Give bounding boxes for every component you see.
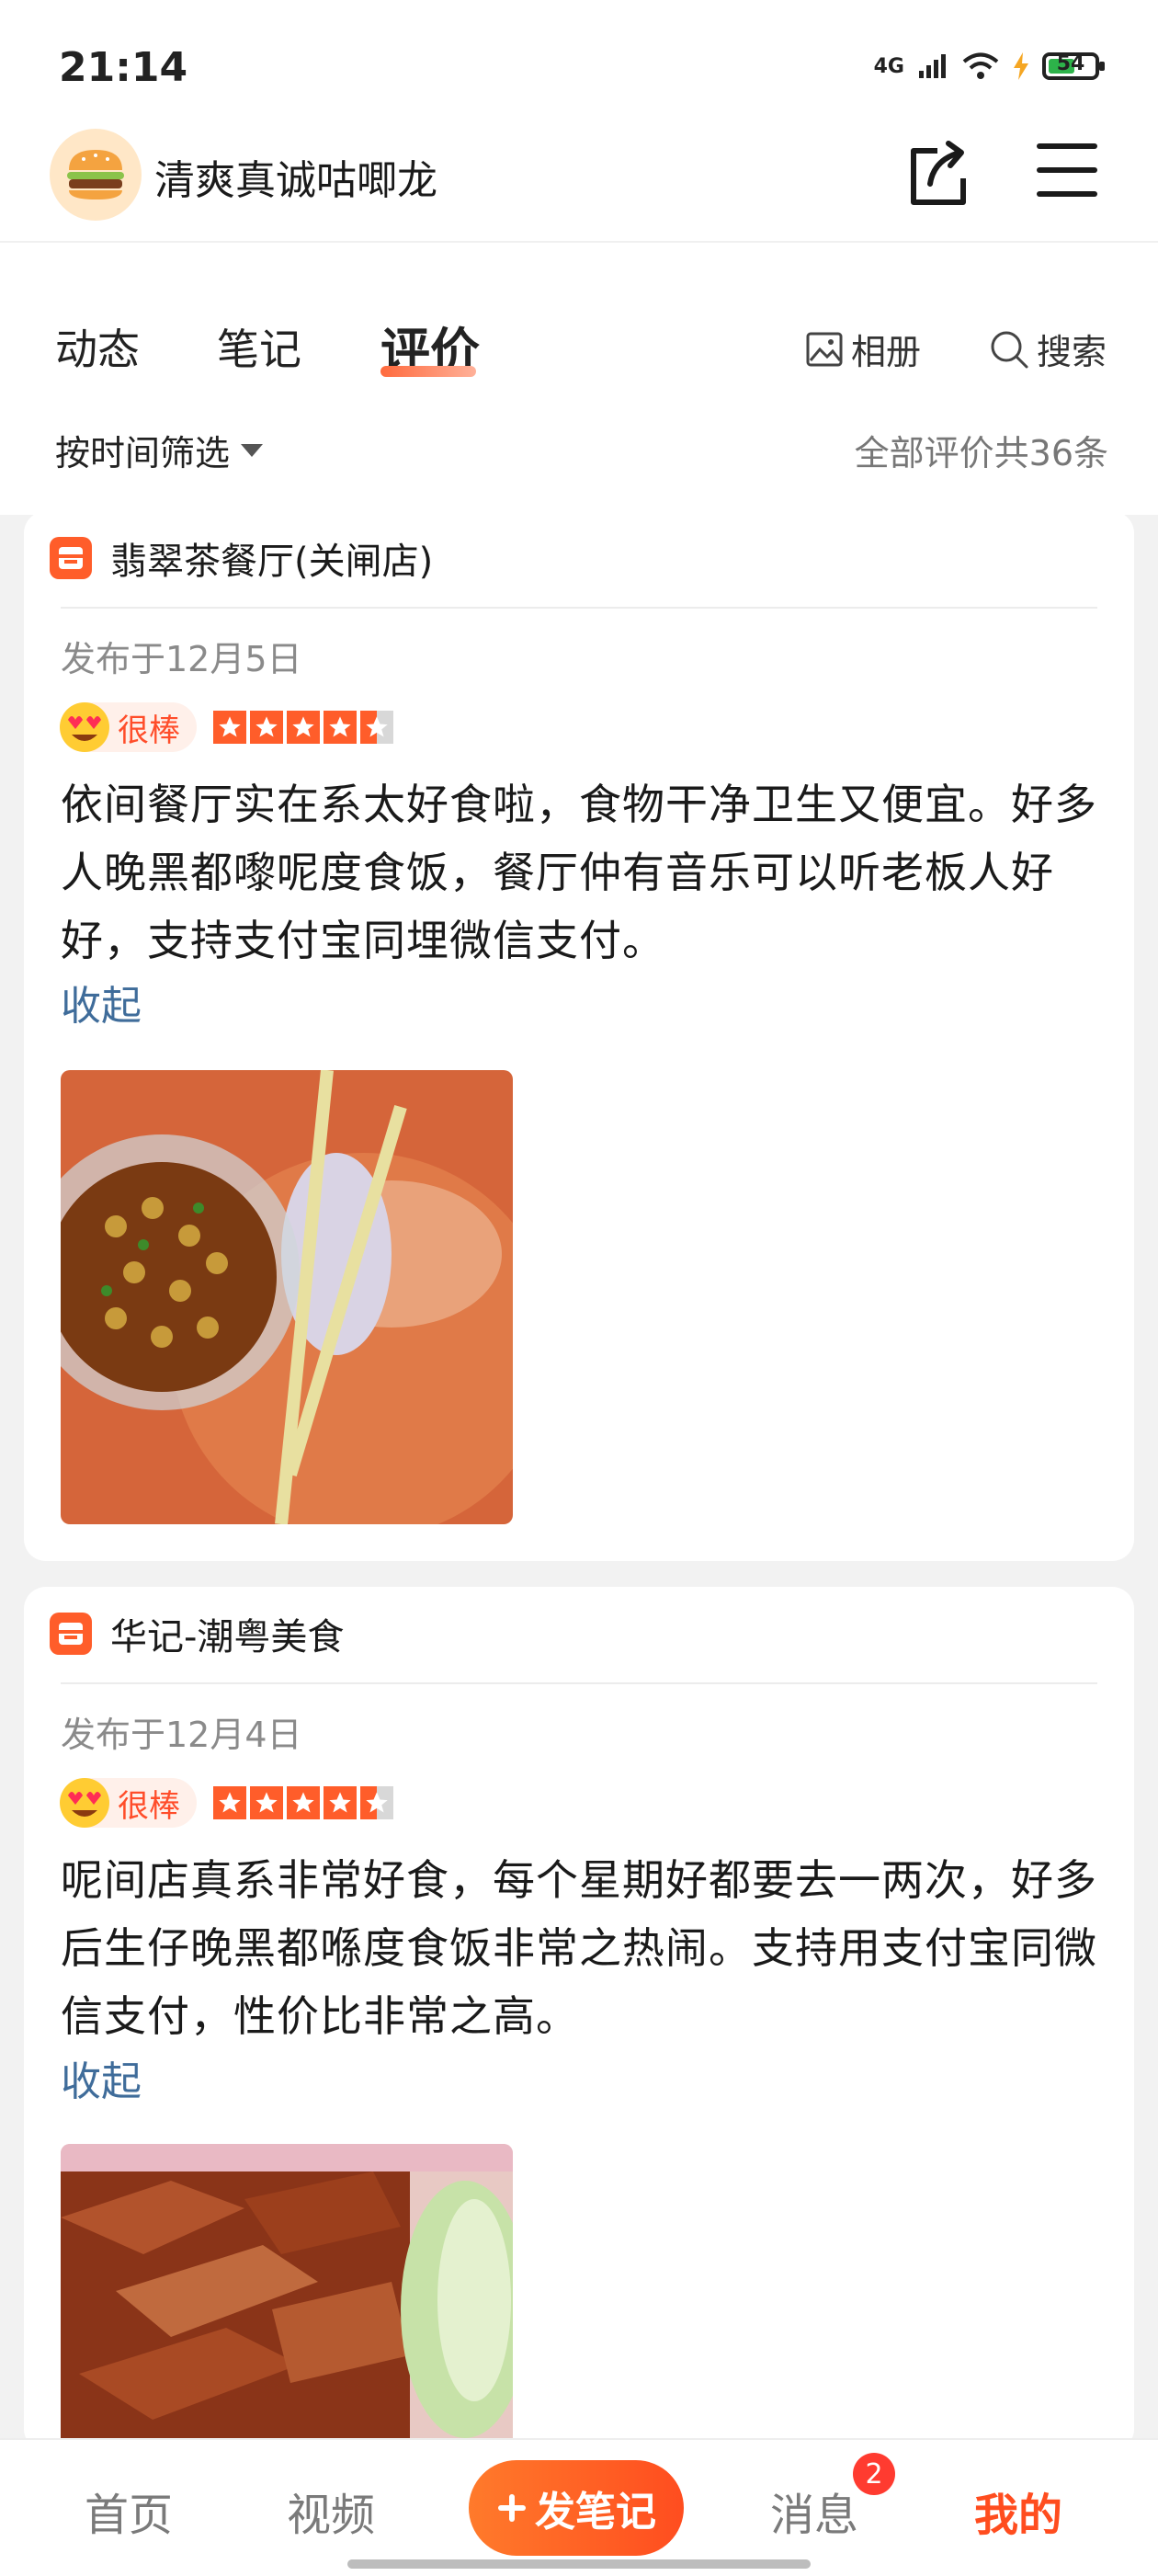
star-icon: [250, 1786, 283, 1819]
collapse-link[interactable]: 收起: [61, 2048, 142, 2107]
share-icon[interactable]: [906, 138, 971, 208]
review-text: 呢间店真系非常好食，每个星期好都要去一两次，好多后生仔晚黑都喺度食饭非常之热闹。…: [61, 1855, 1097, 2041]
nav-messages[interactable]: 消息: [770, 2479, 858, 2543]
star-icon: [213, 1786, 246, 1819]
nav-me[interactable]: 我的: [974, 2479, 1062, 2543]
card-divider: [61, 1682, 1097, 1684]
star-icon: [250, 711, 283, 744]
shop-icon: [50, 537, 92, 579]
card-divider: [61, 607, 1097, 609]
bottom-nav: 首页 视频 发笔记 消息 2 我的: [0, 2438, 1158, 2576]
header-divider: [0, 241, 1158, 243]
signal-icon: [919, 54, 946, 78]
network-type: 4G: [873, 54, 904, 78]
time-filter-dropdown[interactable]: 按时间筛选: [55, 425, 265, 475]
shop-name: 华记-潮粤美食: [110, 1616, 345, 1658]
rating-badge: 很棒: [60, 1778, 197, 1828]
heart-eyes-emoji-icon: [60, 1778, 109, 1828]
star-icon: [324, 1786, 357, 1819]
nav-home[interactable]: 首页: [85, 2479, 173, 2543]
rating-row: 很棒: [60, 1778, 393, 1828]
rating-badge-label: 很棒: [118, 712, 180, 749]
review-date: 发布于12月5日: [61, 639, 302, 679]
home-indicator[interactable]: [347, 2559, 811, 2569]
wifi-icon: [962, 52, 999, 79]
filter-label: 按时间筛选: [55, 433, 231, 473]
review-card: 翡翠茶餐厅(关闸店) 发布于12月5日 很棒 依间餐厅实在系太好食啦，食物干净卫…: [24, 511, 1134, 1561]
battery-icon: 54: [1042, 52, 1105, 80]
review-text: 依间餐厅实在系太好食啦，食物干净卫生又便宜。好多人晚黑都嚟呢度食饭，餐厅仲有音乐…: [61, 780, 1097, 965]
rating-badge-label: 很棒: [118, 1787, 180, 1825]
review-count: 全部评价共36条: [854, 433, 1108, 473]
star-icon: [213, 711, 246, 744]
unread-badge: 2: [853, 2453, 895, 2495]
publish-label: 发笔记: [535, 2489, 656, 2536]
search-icon: [991, 331, 1028, 368]
rating-badge: 很棒: [60, 702, 197, 752]
username[interactable]: 清爽真诚咕唧龙: [154, 147, 437, 206]
avatar[interactable]: [50, 129, 142, 221]
star-rating: [213, 1786, 393, 1819]
heart-eyes-emoji-icon: [60, 702, 109, 752]
soup-photo[interactable]: [61, 1070, 513, 1524]
half-star-icon: [360, 1786, 393, 1819]
star-icon: [287, 1786, 320, 1819]
half-star-icon: [360, 711, 393, 744]
shop-name: 翡翠茶餐厅(关闸店): [110, 541, 434, 583]
star-icon: [287, 711, 320, 744]
battery-level: 54: [1056, 52, 1085, 75]
collapse-link[interactable]: 收起: [61, 973, 142, 1032]
review-card: 华记-潮粤美食 发布于12月4日 很棒 呢间店真系非常好食，每个星期好都要去一两…: [24, 1587, 1134, 2451]
album-label: 相册: [851, 332, 922, 372]
star-icon: [324, 711, 357, 744]
menu-icon[interactable]: [1035, 138, 1099, 202]
roast-goose-photo[interactable]: [61, 2144, 513, 2451]
image-icon: [806, 332, 843, 366]
shop-link[interactable]: 翡翠茶餐厅(关闸店): [50, 531, 433, 585]
review-date: 发布于12月4日: [61, 1715, 302, 1755]
star-rating: [213, 711, 393, 744]
rating-row: 很棒: [60, 702, 393, 752]
nav-video[interactable]: 视频: [287, 2479, 375, 2543]
plus-icon: [498, 2494, 526, 2522]
status-time: 21:14: [59, 44, 188, 91]
shop-link[interactable]: 华记-潮粤美食: [50, 1607, 344, 1660]
album-button[interactable]: 相册: [805, 324, 921, 374]
search-button[interactable]: 搜索: [989, 324, 1107, 374]
tab-notes[interactable]: 笔记: [217, 316, 301, 377]
shop-icon: [50, 1613, 92, 1655]
tab-dynamics[interactable]: 动态: [55, 316, 140, 377]
caret-down-icon: [241, 443, 264, 457]
status-icons: 4G 54: [873, 51, 1105, 81]
active-tab-indicator: [380, 366, 476, 377]
publish-note-button[interactable]: 发笔记: [469, 2460, 684, 2556]
charging-icon: [1014, 52, 1028, 80]
burger-icon: [67, 150, 124, 199]
search-label: 搜索: [1037, 332, 1107, 372]
